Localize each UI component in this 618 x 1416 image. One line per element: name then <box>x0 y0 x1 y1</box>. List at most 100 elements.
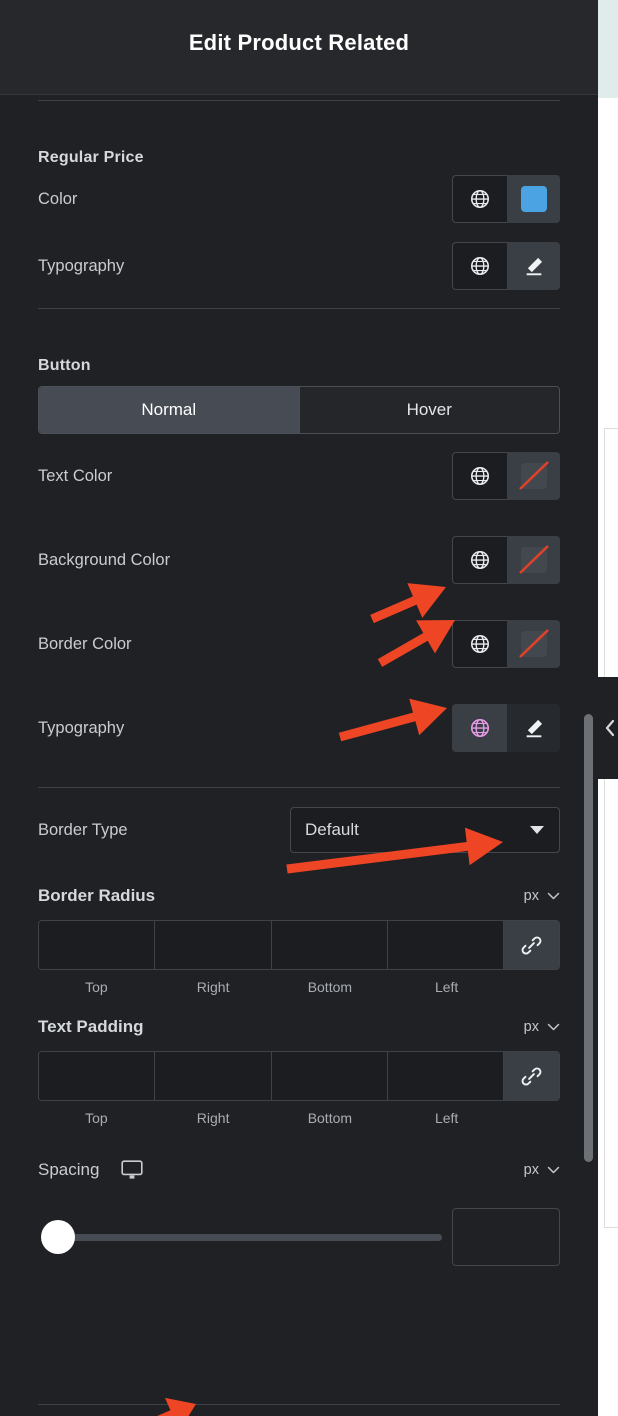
text-padding-header: Text Padding px <box>38 1017 560 1037</box>
color-swatch-empty <box>518 461 549 490</box>
border-radius-left-input[interactable] <box>387 921 504 969</box>
border-radius-label-right: Right <box>196 979 230 995</box>
control-spacing: Spacing px <box>38 1146 560 1266</box>
panel-collapse-button[interactable] <box>598 677 618 779</box>
section-heading-regular-price: Regular Price <box>38 101 560 167</box>
label-text-color: Text Color <box>38 466 113 485</box>
no-color-slash-icon <box>518 629 549 658</box>
text-padding-label-spacer <box>505 1110 560 1126</box>
text-padding-label-bottom: Bottom <box>307 1110 353 1126</box>
chevron-left-icon <box>605 719 615 737</box>
label-color: Color <box>38 189 78 208</box>
border-radius-unit-value: px <box>523 888 539 904</box>
tab-hover[interactable]: Hover <box>298 387 559 433</box>
text-padding-top-input[interactable] <box>39 1052 156 1100</box>
border-radius-right-input[interactable] <box>155 921 272 969</box>
pencil-icon <box>526 719 542 738</box>
text-padding-fields <box>38 1051 560 1101</box>
globe-icon <box>470 550 490 570</box>
border-radius-side-labels: Top Right Bottom Left <box>38 979 560 995</box>
row-text-color: Text Color <box>38 434 560 518</box>
label-border-type: Border Type <box>38 820 128 839</box>
border-radius-label-left: Left <box>434 979 459 995</box>
text-padding-unit-selector[interactable]: px <box>524 1019 560 1035</box>
control-text-padding: Text Padding px Top Right Bottom Left <box>38 1017 560 1126</box>
label-button-typography: Typography <box>38 718 125 737</box>
color-swatch <box>520 186 547 212</box>
spacing-header: Spacing px <box>38 1146 560 1194</box>
control-group-button-typography <box>452 704 560 752</box>
text-padding-label-left: Left <box>434 1110 459 1126</box>
spacing-header-left: Spacing <box>38 1160 144 1180</box>
spacing-slider-row <box>38 1208 560 1266</box>
control-border-radius: Border Radius px Top Right Bottom Left <box>38 886 560 995</box>
chevron-down-icon <box>547 892 560 900</box>
control-group-text-color <box>452 452 560 500</box>
typography-edit-button[interactable] <box>507 242 560 290</box>
control-group-typography <box>452 242 560 290</box>
border-color-picker-button[interactable] <box>507 620 560 668</box>
screen-root: Edit Product Related Regular Price Color <box>0 0 618 1416</box>
spacing-title: Spacing <box>38 1160 100 1179</box>
chevron-down-icon <box>547 1166 560 1174</box>
divider-after-typography <box>38 787 560 788</box>
section-heading-button: Button <box>38 309 560 375</box>
border-radius-label-spacer <box>505 979 560 995</box>
divider-bottom <box>38 1404 560 1405</box>
globe-icon <box>470 256 490 276</box>
spacing-value-input[interactable] <box>452 1208 560 1266</box>
text-padding-link-toggle[interactable] <box>504 1052 559 1100</box>
panel-scrollbar-thumb[interactable] <box>584 714 593 1162</box>
spacing-unit-selector[interactable]: px <box>524 1162 560 1178</box>
border-radius-top-input[interactable] <box>39 921 156 969</box>
label-typography: Typography <box>38 256 125 275</box>
spacing-slider-track <box>56 1233 442 1241</box>
border-radius-unit-selector[interactable]: px <box>524 888 560 904</box>
global-color-button[interactable] <box>452 175 507 223</box>
border-radius-label-bottom: Bottom <box>307 979 353 995</box>
page-preview-card <box>604 428 618 1228</box>
border-radius-link-toggle[interactable] <box>504 921 559 969</box>
edit-widget-panel: Edit Product Related Regular Price Color <box>0 0 598 1416</box>
link-icon <box>521 1066 542 1086</box>
background-color-picker-button[interactable] <box>507 536 560 584</box>
row-border-type: Border Type Default <box>38 794 560 866</box>
text-color-picker-button[interactable] <box>507 452 560 500</box>
text-padding-left-input[interactable] <box>387 1052 504 1100</box>
row-button-typography: Typography <box>38 686 560 770</box>
link-icon <box>521 935 542 955</box>
row-background-color: Background Color <box>38 518 560 602</box>
spacing-unit-value: px <box>523 1162 539 1178</box>
button-state-tabs: Normal Hover <box>38 386 560 434</box>
spacing-slider[interactable] <box>38 1220 442 1254</box>
border-radius-label-top: Top <box>85 979 108 995</box>
border-type-select[interactable]: Default <box>290 807 560 853</box>
row-regular-price-typography: Typography <box>38 231 560 301</box>
spacing-slider-thumb[interactable] <box>41 1220 75 1254</box>
desktop-icon[interactable] <box>121 1160 144 1180</box>
border-type-value: Default <box>305 820 359 839</box>
text-padding-label-top: Top <box>85 1110 108 1126</box>
page-title: Edit Product Related <box>188 30 410 55</box>
button-typography-edit-button[interactable] <box>507 704 560 752</box>
border-radius-bottom-input[interactable] <box>271 921 388 969</box>
tab-normal[interactable]: Normal <box>39 387 299 433</box>
chevron-down-icon <box>530 826 544 834</box>
chevron-down-icon <box>547 1023 560 1031</box>
global-background-color-button[interactable] <box>452 536 507 584</box>
global-text-color-button[interactable] <box>452 452 507 500</box>
border-radius-fields <box>38 920 560 970</box>
text-padding-bottom-input[interactable] <box>271 1052 388 1100</box>
global-typography-button[interactable] <box>452 242 507 290</box>
color-picker-button[interactable] <box>507 175 560 223</box>
global-button-typography-button[interactable] <box>452 704 507 752</box>
control-group-background-color <box>452 536 560 584</box>
no-color-slash-icon <box>518 461 549 490</box>
label-border-color: Border Color <box>38 634 132 653</box>
text-padding-right-input[interactable] <box>155 1052 272 1100</box>
global-border-color-button[interactable] <box>452 620 507 668</box>
no-color-slash-icon <box>518 545 549 574</box>
text-padding-title: Text Padding <box>38 1017 144 1036</box>
regular-price-heading: Regular Price <box>38 149 144 166</box>
color-swatch-empty <box>518 545 549 574</box>
